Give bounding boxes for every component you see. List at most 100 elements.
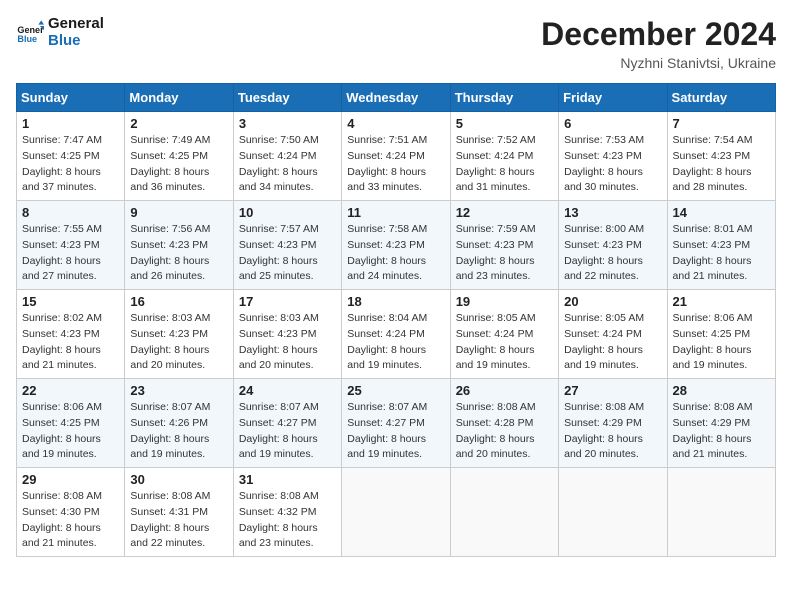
day-number: 3 <box>239 116 336 131</box>
calendar-day-cell: 9 Sunrise: 7:56 AM Sunset: 4:23 PM Dayli… <box>125 201 233 290</box>
day-number: 28 <box>673 383 770 398</box>
day-number: 6 <box>564 116 661 131</box>
day-info: Sunrise: 8:04 AM Sunset: 4:24 PM Dayligh… <box>347 311 444 374</box>
day-number: 22 <box>22 383 119 398</box>
day-number: 24 <box>239 383 336 398</box>
day-number: 17 <box>239 294 336 309</box>
calendar-day-cell: 24 Sunrise: 8:07 AM Sunset: 4:27 PM Dayl… <box>233 379 341 468</box>
calendar-week-row: 1 Sunrise: 7:47 AM Sunset: 4:25 PM Dayli… <box>17 112 776 201</box>
day-info: Sunrise: 7:54 AM Sunset: 4:23 PM Dayligh… <box>673 133 770 196</box>
calendar-day-cell: 31 Sunrise: 8:08 AM Sunset: 4:32 PM Dayl… <box>233 468 341 557</box>
weekday-header-sunday: Sunday <box>17 84 125 112</box>
day-number: 11 <box>347 205 444 220</box>
calendar-day-cell: 6 Sunrise: 7:53 AM Sunset: 4:23 PM Dayli… <box>559 112 667 201</box>
calendar-day-cell: 1 Sunrise: 7:47 AM Sunset: 4:25 PM Dayli… <box>17 112 125 201</box>
day-info: Sunrise: 7:49 AM Sunset: 4:25 PM Dayligh… <box>130 133 227 196</box>
day-info: Sunrise: 7:47 AM Sunset: 4:25 PM Dayligh… <box>22 133 119 196</box>
logo-text-blue: Blue <box>48 33 104 50</box>
day-number: 9 <box>130 205 227 220</box>
day-number: 13 <box>564 205 661 220</box>
calendar-day-cell: 4 Sunrise: 7:51 AM Sunset: 4:24 PM Dayli… <box>342 112 450 201</box>
day-info: Sunrise: 8:07 AM Sunset: 4:27 PM Dayligh… <box>239 400 336 463</box>
day-info: Sunrise: 7:50 AM Sunset: 4:24 PM Dayligh… <box>239 133 336 196</box>
calendar-day-cell <box>450 468 558 557</box>
calendar-day-cell: 2 Sunrise: 7:49 AM Sunset: 4:25 PM Dayli… <box>125 112 233 201</box>
day-number: 31 <box>239 472 336 487</box>
day-info: Sunrise: 8:03 AM Sunset: 4:23 PM Dayligh… <box>239 311 336 374</box>
day-info: Sunrise: 8:03 AM Sunset: 4:23 PM Dayligh… <box>130 311 227 374</box>
day-info: Sunrise: 7:58 AM Sunset: 4:23 PM Dayligh… <box>347 222 444 285</box>
day-number: 1 <box>22 116 119 131</box>
day-number: 30 <box>130 472 227 487</box>
calendar-week-row: 22 Sunrise: 8:06 AM Sunset: 4:25 PM Dayl… <box>17 379 776 468</box>
location-subtitle: Nyzhni Stanivtsi, Ukraine <box>541 55 776 71</box>
calendar-day-cell <box>342 468 450 557</box>
calendar-day-cell: 20 Sunrise: 8:05 AM Sunset: 4:24 PM Dayl… <box>559 290 667 379</box>
day-number: 14 <box>673 205 770 220</box>
weekday-header-thursday: Thursday <box>450 84 558 112</box>
weekday-header-monday: Monday <box>125 84 233 112</box>
calendar-header-row: SundayMondayTuesdayWednesdayThursdayFrid… <box>17 84 776 112</box>
calendar-day-cell: 5 Sunrise: 7:52 AM Sunset: 4:24 PM Dayli… <box>450 112 558 201</box>
day-info: Sunrise: 7:51 AM Sunset: 4:24 PM Dayligh… <box>347 133 444 196</box>
svg-text:Blue: Blue <box>17 34 37 44</box>
day-info: Sunrise: 8:05 AM Sunset: 4:24 PM Dayligh… <box>456 311 553 374</box>
day-info: Sunrise: 8:07 AM Sunset: 4:26 PM Dayligh… <box>130 400 227 463</box>
calendar-day-cell: 17 Sunrise: 8:03 AM Sunset: 4:23 PM Dayl… <box>233 290 341 379</box>
calendar-week-row: 8 Sunrise: 7:55 AM Sunset: 4:23 PM Dayli… <box>17 201 776 290</box>
day-number: 29 <box>22 472 119 487</box>
calendar-day-cell: 8 Sunrise: 7:55 AM Sunset: 4:23 PM Dayli… <box>17 201 125 290</box>
calendar-week-row: 29 Sunrise: 8:08 AM Sunset: 4:30 PM Dayl… <box>17 468 776 557</box>
calendar-day-cell: 13 Sunrise: 8:00 AM Sunset: 4:23 PM Dayl… <box>559 201 667 290</box>
day-number: 23 <box>130 383 227 398</box>
month-title: December 2024 <box>541 16 776 53</box>
day-info: Sunrise: 7:56 AM Sunset: 4:23 PM Dayligh… <box>130 222 227 285</box>
day-number: 19 <box>456 294 553 309</box>
logo: General Blue General Blue <box>16 16 104 49</box>
day-info: Sunrise: 7:53 AM Sunset: 4:23 PM Dayligh… <box>564 133 661 196</box>
calendar-day-cell: 10 Sunrise: 7:57 AM Sunset: 4:23 PM Dayl… <box>233 201 341 290</box>
calendar-day-cell: 19 Sunrise: 8:05 AM Sunset: 4:24 PM Dayl… <box>450 290 558 379</box>
day-info: Sunrise: 8:08 AM Sunset: 4:31 PM Dayligh… <box>130 489 227 552</box>
calendar-body: 1 Sunrise: 7:47 AM Sunset: 4:25 PM Dayli… <box>17 112 776 557</box>
day-number: 20 <box>564 294 661 309</box>
calendar-day-cell: 3 Sunrise: 7:50 AM Sunset: 4:24 PM Dayli… <box>233 112 341 201</box>
day-info: Sunrise: 8:08 AM Sunset: 4:29 PM Dayligh… <box>673 400 770 463</box>
calendar-day-cell: 29 Sunrise: 8:08 AM Sunset: 4:30 PM Dayl… <box>17 468 125 557</box>
day-number: 26 <box>456 383 553 398</box>
day-info: Sunrise: 8:06 AM Sunset: 4:25 PM Dayligh… <box>673 311 770 374</box>
logo-icon: General Blue <box>16 19 44 47</box>
day-info: Sunrise: 7:52 AM Sunset: 4:24 PM Dayligh… <box>456 133 553 196</box>
day-number: 2 <box>130 116 227 131</box>
calendar-day-cell: 27 Sunrise: 8:08 AM Sunset: 4:29 PM Dayl… <box>559 379 667 468</box>
calendar-week-row: 15 Sunrise: 8:02 AM Sunset: 4:23 PM Dayl… <box>17 290 776 379</box>
title-block: December 2024 Nyzhni Stanivtsi, Ukraine <box>541 16 776 71</box>
day-number: 5 <box>456 116 553 131</box>
day-number: 4 <box>347 116 444 131</box>
calendar-day-cell: 22 Sunrise: 8:06 AM Sunset: 4:25 PM Dayl… <box>17 379 125 468</box>
calendar-table: SundayMondayTuesdayWednesdayThursdayFrid… <box>16 83 776 557</box>
calendar-day-cell: 30 Sunrise: 8:08 AM Sunset: 4:31 PM Dayl… <box>125 468 233 557</box>
calendar-day-cell: 12 Sunrise: 7:59 AM Sunset: 4:23 PM Dayl… <box>450 201 558 290</box>
day-info: Sunrise: 7:57 AM Sunset: 4:23 PM Dayligh… <box>239 222 336 285</box>
calendar-day-cell: 18 Sunrise: 8:04 AM Sunset: 4:24 PM Dayl… <box>342 290 450 379</box>
day-info: Sunrise: 8:07 AM Sunset: 4:27 PM Dayligh… <box>347 400 444 463</box>
calendar-day-cell: 16 Sunrise: 8:03 AM Sunset: 4:23 PM Dayl… <box>125 290 233 379</box>
day-number: 27 <box>564 383 661 398</box>
calendar-day-cell: 23 Sunrise: 8:07 AM Sunset: 4:26 PM Dayl… <box>125 379 233 468</box>
calendar-day-cell: 14 Sunrise: 8:01 AM Sunset: 4:23 PM Dayl… <box>667 201 775 290</box>
weekday-header-saturday: Saturday <box>667 84 775 112</box>
calendar-day-cell <box>667 468 775 557</box>
day-number: 21 <box>673 294 770 309</box>
day-info: Sunrise: 8:00 AM Sunset: 4:23 PM Dayligh… <box>564 222 661 285</box>
calendar-day-cell <box>559 468 667 557</box>
calendar-day-cell: 25 Sunrise: 8:07 AM Sunset: 4:27 PM Dayl… <box>342 379 450 468</box>
day-number: 7 <box>673 116 770 131</box>
day-info: Sunrise: 7:59 AM Sunset: 4:23 PM Dayligh… <box>456 222 553 285</box>
day-info: Sunrise: 8:02 AM Sunset: 4:23 PM Dayligh… <box>22 311 119 374</box>
day-info: Sunrise: 8:08 AM Sunset: 4:30 PM Dayligh… <box>22 489 119 552</box>
calendar-day-cell: 7 Sunrise: 7:54 AM Sunset: 4:23 PM Dayli… <box>667 112 775 201</box>
day-number: 18 <box>347 294 444 309</box>
weekday-header-friday: Friday <box>559 84 667 112</box>
calendar-day-cell: 15 Sunrise: 8:02 AM Sunset: 4:23 PM Dayl… <box>17 290 125 379</box>
